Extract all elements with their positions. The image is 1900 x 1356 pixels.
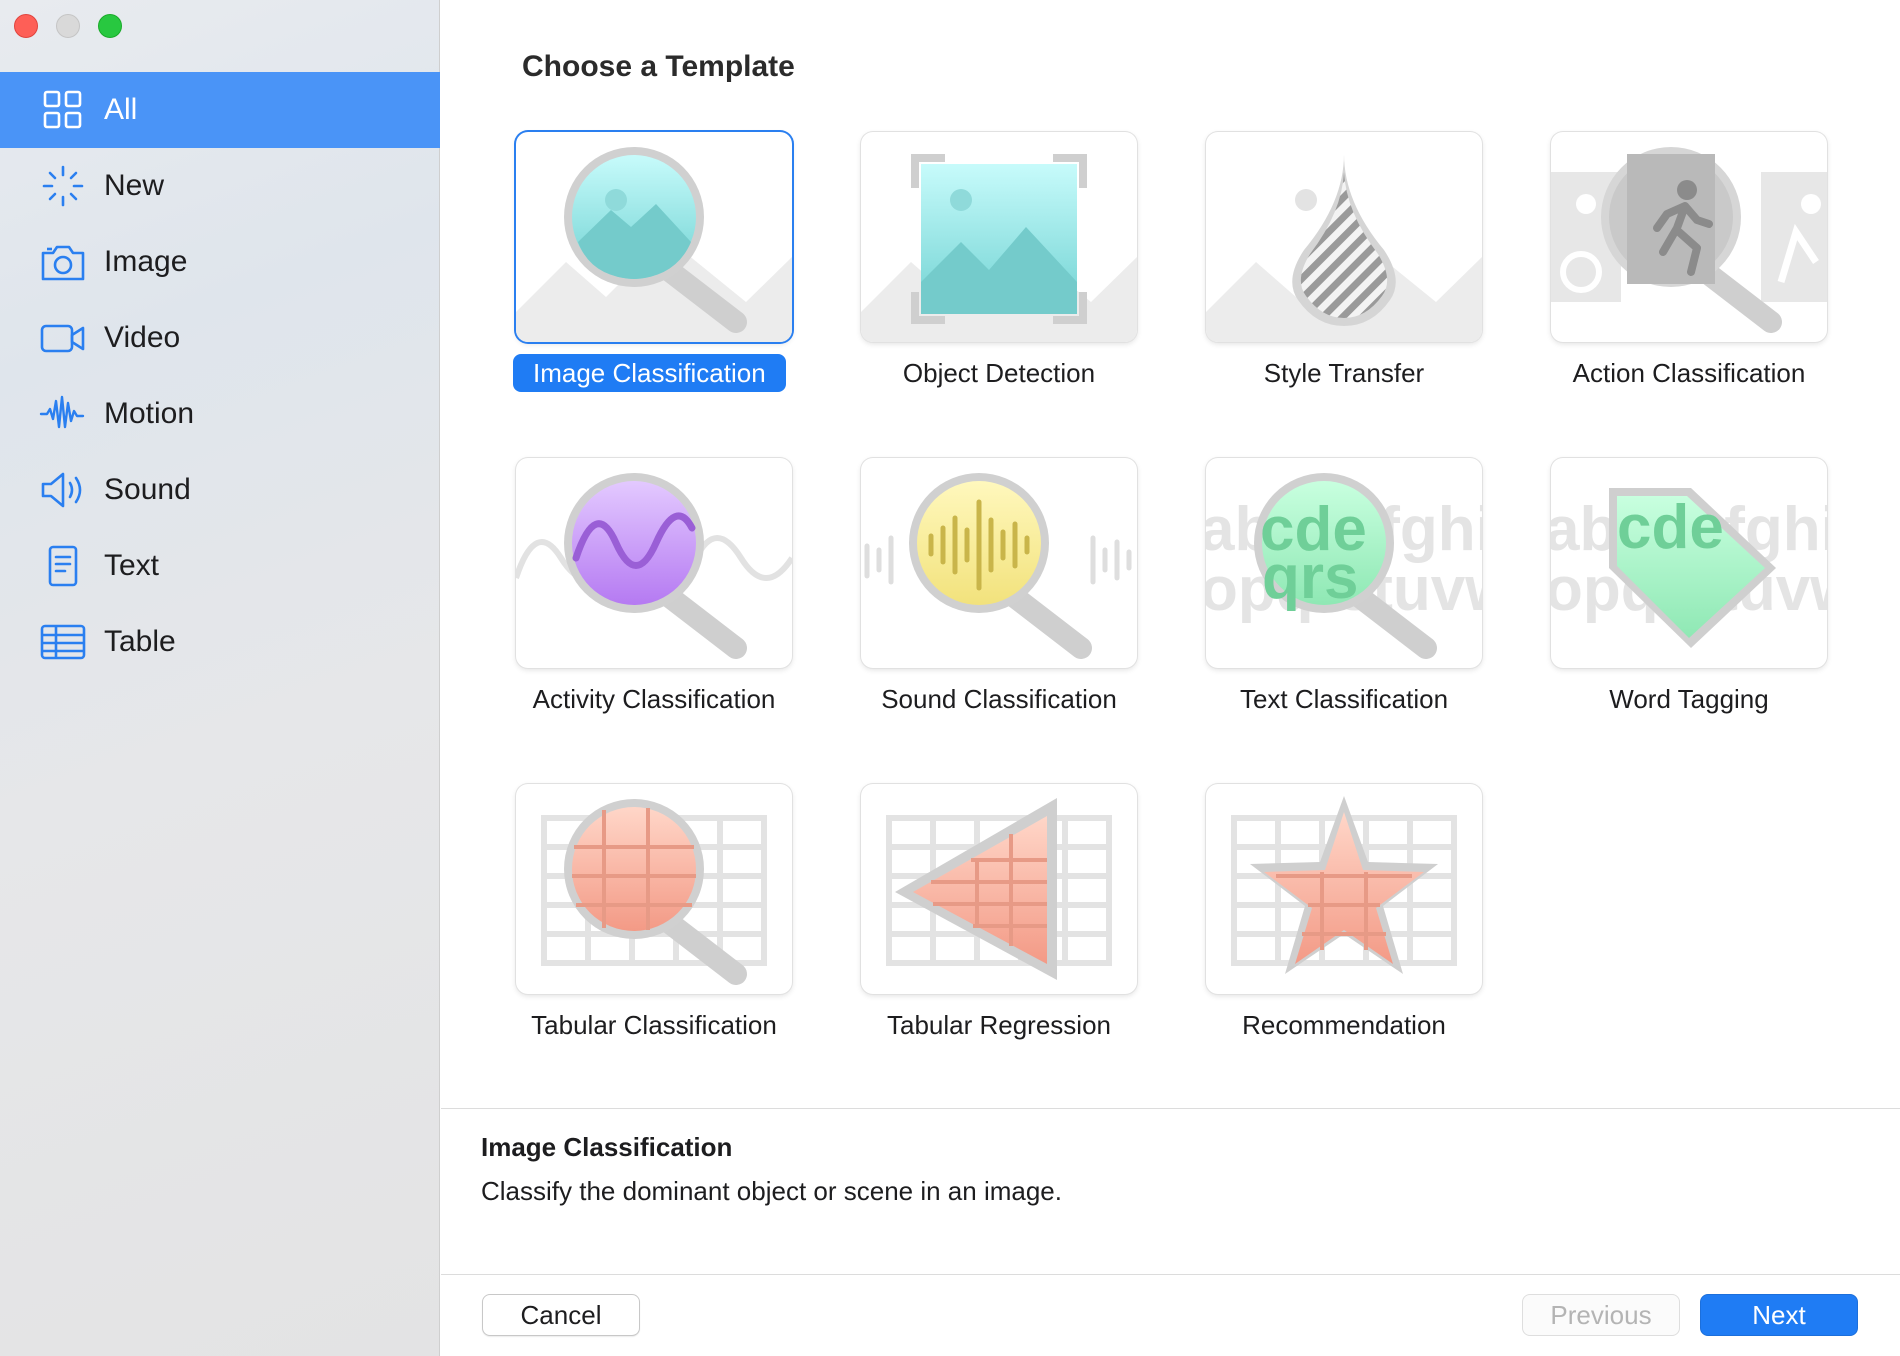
template-word-tagging[interactable]: abcdefghi opqrstuvw cde [1551,458,1827,668]
grid-icon [36,87,90,133]
sidebar-item-label: Image [104,245,188,278]
close-window-button[interactable] [14,14,38,38]
next-button[interactable]: Next [1700,1294,1858,1336]
drop-icon [1206,154,1482,342]
description-divider [441,1108,1900,1109]
sidebar-item-all[interactable]: All [0,72,440,148]
template-tabular-regression[interactable] [861,784,1137,994]
template-image-classification[interactable] [516,132,792,342]
text-tag-icon: abcdefghi opqrstuvw cde [1551,488,1827,648]
sidebar-item-label: New [104,169,165,202]
sidebar-item-table[interactable]: Table [0,604,440,680]
sidebar-item-video[interactable]: Video [0,300,440,376]
speaker-icon [36,467,90,513]
template-label-action-classification[interactable]: Action Classification [1551,354,1827,392]
sidebar-item-image[interactable]: Image [0,224,440,300]
main-panel: Choose a Template Image Classification O… [441,0,1900,1356]
table-star-icon [1231,796,1457,974]
wave-magnifier-icon [516,473,792,659]
sidebar-item-label: Motion [104,397,195,430]
sidebar: All New Image Video Motion Sound Text Ta… [0,0,440,1356]
template-object-detection[interactable] [861,132,1137,342]
sidebar-list: All New Image Video Motion Sound Text Ta… [0,72,440,680]
video-camera-icon [36,315,90,361]
person-magnifier-icon [1551,147,1827,333]
description-text: Classify the dominant object or scene in… [481,1176,1062,1206]
sparkle-icon [36,163,90,209]
description-title: Image Classification [481,1132,733,1162]
sidebar-item-label: Text [104,549,160,582]
audio-magnifier-icon [864,473,1132,659]
template-label-sound-classification[interactable]: Sound Classification [861,680,1137,718]
sidebar-item-motion[interactable]: Motion [0,376,440,452]
template-action-classification[interactable] [1551,132,1827,342]
template-label-image-classification[interactable]: Image Classification [513,354,786,392]
page-title: Choose a Template [522,50,795,83]
table-icon [36,619,90,665]
table-triangle-icon [886,798,1112,980]
image-bounding-box-icon [861,154,1137,342]
sidebar-item-label: Sound [104,473,191,506]
template-label-object-detection[interactable]: Object Detection [861,354,1137,392]
template-label-activity-classification[interactable]: Activity Classification [516,680,792,718]
template-label-style-transfer[interactable]: Style Transfer [1206,354,1482,392]
minimize-window-button[interactable] [56,14,80,38]
template-text-classification[interactable]: abcdefghi opqrstuvw cde qrs [1206,458,1482,668]
zoom-window-button[interactable] [98,14,122,38]
alphabet-zoom-row-2: qrs [1262,543,1358,612]
table-magnifier-icon [541,799,767,985]
image-magnifier-icon [516,147,792,342]
template-label-recommendation[interactable]: Recommendation [1206,1006,1482,1044]
template-label-word-tagging[interactable]: Word Tagging [1551,680,1827,718]
template-activity-classification[interactable] [516,458,792,668]
template-recommendation[interactable] [1206,784,1482,994]
template-label-text-classification[interactable]: Text Classification [1206,680,1482,718]
footer-divider [441,1274,1900,1275]
template-chooser-window: All New Image Video Motion Sound Text Ta… [0,0,1900,1356]
template-label-tabular-classification[interactable]: Tabular Classification [516,1006,792,1044]
text-magnifier-icon: abcdefghi opqrstuvw cde qrs [1206,473,1482,659]
cancel-button[interactable]: Cancel [482,1294,640,1336]
sidebar-item-new[interactable]: New [0,148,440,224]
camera-icon [36,239,90,285]
sidebar-item-sound[interactable]: Sound [0,452,440,528]
template-tabular-classification[interactable] [516,784,792,994]
alphabet-tag-row: cde [1617,493,1724,562]
document-icon [36,543,90,589]
sidebar-item-label: Video [104,321,181,354]
template-style-transfer[interactable] [1206,132,1482,342]
sidebar-item-label: All [104,93,138,126]
window-controls [14,14,122,38]
waveform-icon [36,391,90,437]
sidebar-item-text[interactable]: Text [0,528,440,604]
template-label-tabular-regression[interactable]: Tabular Regression [861,1006,1137,1044]
previous-button[interactable]: Previous [1522,1294,1680,1336]
template-sound-classification[interactable] [861,458,1137,668]
sidebar-item-label: Table [104,625,176,658]
